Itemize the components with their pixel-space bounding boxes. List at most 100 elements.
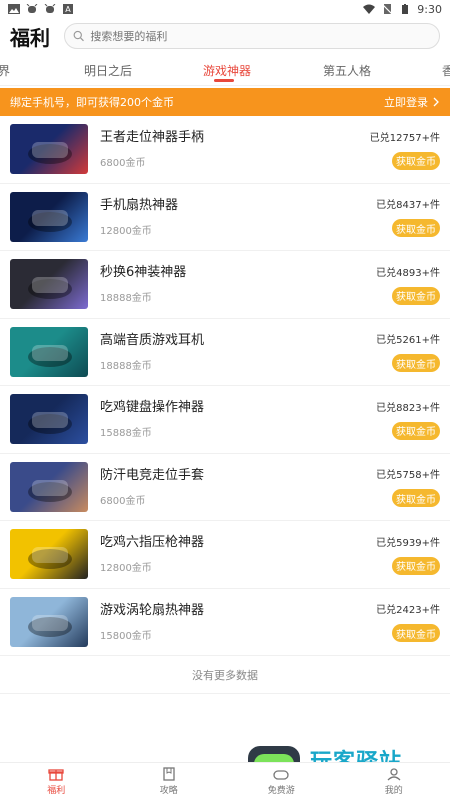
get-coins-button[interactable]: 获取金币 <box>392 624 440 643</box>
nav-label-fuli: 福利 <box>47 786 66 796</box>
banner-text: 绑定手机号，即可获得200个金币 <box>10 96 174 109</box>
product-price: 15800金币 <box>100 630 152 642</box>
product-list: 王者走位神器手柄 6800金币 已兑12757+件 获取金币 手机扇热神器 12800金币… <box>0 116 450 656</box>
product-image-icon <box>28 277 72 300</box>
gamepad-icon <box>273 770 289 780</box>
bind-phone-banner[interactable]: 绑定手机号，即可获得200个金币 立即登录 <box>0 88 450 116</box>
search-box[interactable] <box>64 23 440 49</box>
product-actions: 已兑4893+件 获取金币 <box>376 251 440 318</box>
redeemed-count: 已兑5261+件 <box>376 335 440 347</box>
product-name: 高端音质游戏耳机 <box>100 332 205 348</box>
product-row[interactable]: 吃鸡键盘操作神器 15888金币 已兑8823+件 获取金币 <box>0 386 450 454</box>
no-sim-icon <box>381 4 393 14</box>
product-image-icon <box>28 412 72 435</box>
get-coins-button[interactable]: 获取金币 <box>392 354 440 373</box>
product-image-icon <box>28 479 72 502</box>
svg-text:A: A <box>65 5 71 14</box>
product-row[interactable]: 高端音质游戏耳机 18888金币 已兑5261+件获取金币 <box>0 319 450 386</box>
nav-item-gonglue[interactable]: 攻略 <box>113 763 226 800</box>
product-row[interactable]: 秒换6神装神器 18888金币 已兑4893+件 获取金币 <box>0 251 450 319</box>
nav-item-wode[interactable]: 我的 <box>338 763 450 800</box>
get-coins-button[interactable]: 获取金币 <box>392 151 440 170</box>
bottom-nav: 福利 攻略 免费游 我的 <box>0 762 450 800</box>
product-actions: 已兑12757+件获取金币 <box>370 116 440 183</box>
get-coins-button[interactable]: 获取金币 <box>392 286 440 305</box>
product-thumbnail[interactable] <box>10 529 88 580</box>
header: 福利 <box>0 18 450 54</box>
product-thumbnail[interactable] <box>10 461 88 512</box>
product-row[interactable]: 游戏涡轮扇热神器 15800金币 已兑2423+件获取金币 <box>0 589 450 656</box>
product-image-icon <box>28 142 72 165</box>
product-actions: 已兑5939+件获取金币 <box>376 521 440 588</box>
product-thumbnail[interactable] <box>10 124 88 175</box>
product-price: 6800金币 <box>100 495 146 507</box>
status-left: A <box>8 4 74 14</box>
get-coins-button[interactable]: 获取金币 <box>392 489 440 508</box>
wifi-icon <box>363 4 376 14</box>
product-thumbnail[interactable] <box>10 394 88 445</box>
product-name: 吃鸡键盘操作神器 <box>100 400 205 416</box>
notification-a-icon: A <box>63 4 73 14</box>
product-image-icon <box>28 547 72 570</box>
product-name: 防汗电竞走位手套 <box>100 467 205 483</box>
get-coins-button[interactable]: 获取金币 <box>392 421 440 440</box>
bug-icon <box>26 4 38 13</box>
product-thumbnail[interactable] <box>10 596 88 647</box>
tab-bar: 界 明日之后 游戏神器 第五人格 香 <box>0 54 450 86</box>
product-row[interactable]: 手机扇热神器 12800金币 已兑8437+件 获取金币 <box>0 184 450 251</box>
chevron-right-icon <box>433 97 439 107</box>
get-coins-button[interactable]: 获取金币 <box>392 556 440 575</box>
image-icon <box>8 4 20 14</box>
page-title: 福利 <box>10 25 50 50</box>
login-link[interactable]: 立即登录 <box>384 94 440 110</box>
tab-jie[interactable]: 界 <box>0 62 10 79</box>
nav-item-fuli[interactable]: 福利 <box>0 763 113 800</box>
redeemed-count: 已兑5758+件 <box>376 470 440 482</box>
nav-label-mianfeiyou: 免费游 <box>267 786 295 796</box>
product-thumbnail[interactable] <box>10 326 88 377</box>
product-name: 吃鸡六指压枪神器 <box>100 535 205 551</box>
nav-item-mianfeiyou[interactable]: 免费游 <box>225 763 338 800</box>
nav-label-wode: 我的 <box>384 786 403 796</box>
status-bar: A 9:30 <box>0 0 450 18</box>
product-thumbnail[interactable] <box>10 259 88 310</box>
redeemed-count: 已兑8823+件 <box>376 402 440 414</box>
search-input[interactable] <box>90 29 431 43</box>
redeemed-count: 已兑12757+件 <box>369 132 440 144</box>
no-more-data: 没有更多数据 <box>0 656 450 694</box>
product-name: 王者走位神器手柄 <box>100 130 205 146</box>
battery-icon <box>402 4 409 14</box>
search-icon <box>73 30 84 42</box>
tab-mingri-zhihou[interactable]: 明日之后 <box>84 62 132 79</box>
tab-xiang[interactable]: 香 <box>442 62 450 79</box>
product-image-icon <box>28 614 72 637</box>
product-row[interactable]: 王者走位神器手柄 6800金币 已兑12757+件获取金币 <box>0 116 450 184</box>
product-actions: 已兑5758+件获取金币 <box>376 454 440 521</box>
product-image-icon <box>28 209 72 232</box>
redeemed-count: 已兑8437+件 <box>376 200 440 212</box>
tab-diwu-renge[interactable]: 第五人格 <box>323 62 371 79</box>
redeemed-count: 已兑5939+件 <box>376 537 440 549</box>
tab-active-indicator <box>214 79 234 82</box>
product-price: 12800金币 <box>100 563 152 575</box>
bug-icon-2 <box>44 4 56 13</box>
login-link-label: 立即登录 <box>384 96 428 109</box>
product-price: 18888金币 <box>100 360 152 372</box>
product-thumbnail[interactable] <box>10 191 88 242</box>
get-coins-button[interactable]: 获取金币 <box>392 219 440 238</box>
product-actions: 已兑8437+件获取金币 <box>376 184 440 251</box>
product-actions: 已兑5261+件获取金币 <box>376 319 440 386</box>
product-actions: 已兑2423+件获取金币 <box>376 589 440 656</box>
product-name: 秒换6神装神器 <box>100 265 187 281</box>
user-icon <box>387 768 401 781</box>
product-price: 18888金币 <box>100 293 152 305</box>
redeemed-count: 已兑2423+件 <box>376 605 440 617</box>
product-actions: 已兑8823+件获取金币 <box>376 386 440 453</box>
nav-label-gonglue: 攻略 <box>159 786 178 796</box>
product-name: 游戏涡轮扇热神器 <box>100 602 205 618</box>
tab-youxi-shenqi[interactable]: 游戏神器 <box>203 62 251 79</box>
product-row[interactable]: 吃鸡六指压枪神器 12800金币 已兑5939+件获取金币 <box>0 521 450 589</box>
product-price: 6800金币 <box>100 158 146 170</box>
product-row[interactable]: 防汗电竞走位手套 6800金币 已兑5758+件获取金币 <box>0 454 450 521</box>
product-price: 12800金币 <box>100 225 152 237</box>
